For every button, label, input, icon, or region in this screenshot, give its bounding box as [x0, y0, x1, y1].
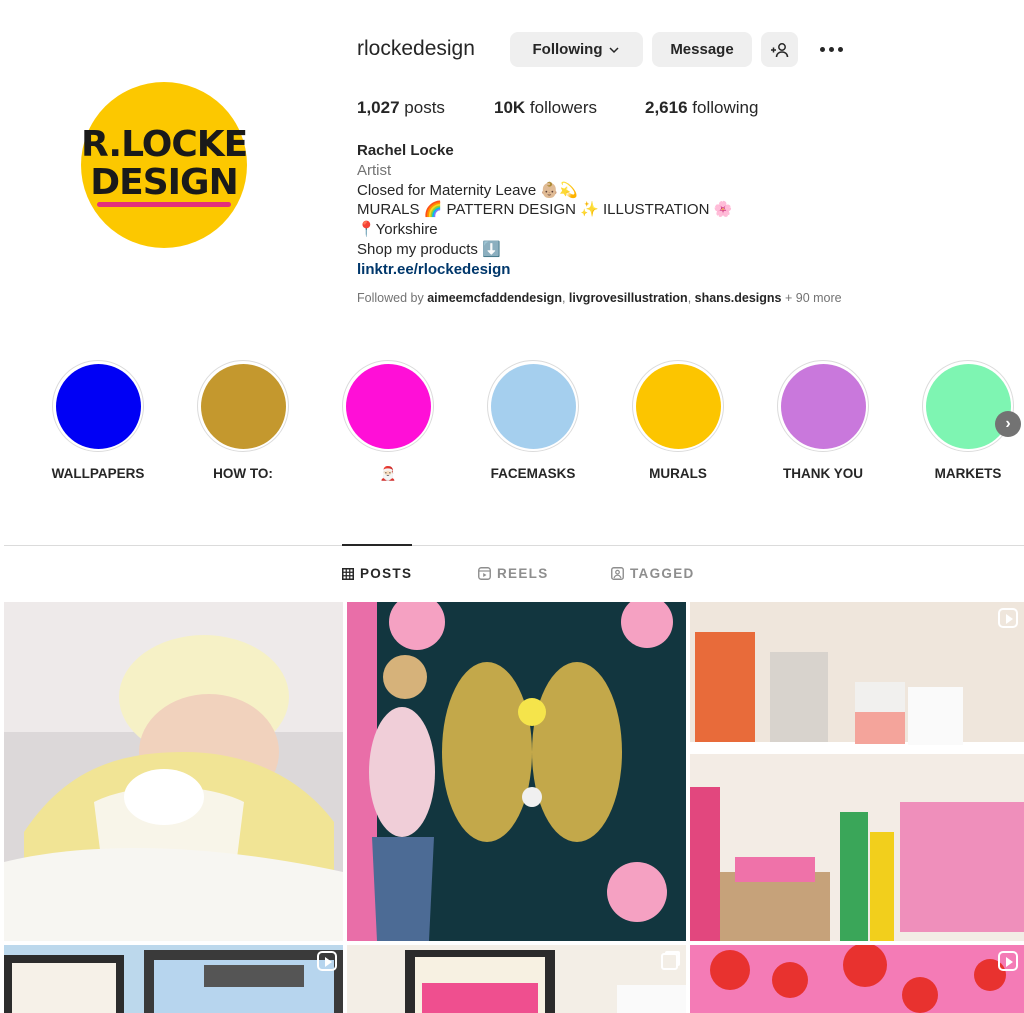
highlight-ring: [342, 360, 434, 452]
tab-posts-label: POSTS: [360, 566, 413, 581]
more-dot: [828, 46, 834, 52]
highlight-label: WALLPAPERS: [51, 466, 145, 481]
followers-count[interactable]: 10K followers: [494, 98, 645, 118]
highlight-label: FACEMASKS: [490, 466, 576, 481]
tab-reels[interactable]: REELS: [478, 566, 549, 581]
suggested-accounts-button[interactable]: [761, 32, 798, 67]
highlight-label: MARKETS: [934, 466, 1002, 481]
reels-icon: [317, 951, 337, 971]
more-options-button[interactable]: [816, 38, 846, 60]
profile-category: Artist: [357, 161, 392, 179]
tab-reels-label: REELS: [497, 566, 549, 581]
highlight-ring: [632, 360, 724, 452]
highlight-wallpapers[interactable]: WALLPAPERS: [28, 360, 168, 482]
highlight-cover: [925, 363, 1011, 449]
chevron-right-icon[interactable]: ›: [995, 411, 1021, 437]
highlight-ring: [922, 360, 1014, 452]
bio-line: Shop my products ⬇️: [357, 240, 501, 258]
post-image: [347, 602, 686, 941]
profile-username: rlockedesign: [357, 37, 475, 60]
followed-by-user: aimeemcfaddendesign: [427, 291, 562, 305]
post-thumbnail[interactable]: [690, 945, 1024, 1013]
tagged-icon: [611, 567, 624, 580]
post-thumbnail[interactable]: [690, 602, 1024, 941]
highlight-ring: [52, 360, 144, 452]
more-horizontal-icon: [819, 46, 825, 52]
message-button[interactable]: Message: [652, 32, 752, 67]
bio-line: 📍Yorkshire: [357, 221, 438, 239]
followed-by-user: livgrovesillustration: [568, 291, 688, 305]
post-thumbnail[interactable]: [347, 945, 686, 1013]
following-button[interactable]: Following: [510, 32, 643, 67]
highlight-cover: [635, 363, 721, 449]
grid-icon: [342, 567, 354, 580]
profile-full-name: Rachel Locke: [357, 142, 454, 159]
followed-by[interactable]: Followed by aimeemcfaddendesign, livgrov…: [357, 291, 842, 305]
posts-count: 1,027 posts: [357, 98, 494, 118]
highlight-cover: [490, 363, 576, 449]
highlight-label: THANK YOU: [782, 466, 863, 481]
highlight-santa[interactable]: 🎅🏻: [318, 360, 458, 482]
highlight-label: 🎅🏻: [379, 466, 397, 481]
following-count-label: following: [692, 98, 759, 117]
reels-icon: [998, 608, 1018, 628]
followed-by-prefix: Followed by: [357, 291, 424, 305]
following-count[interactable]: 2,616 following: [645, 98, 758, 118]
posts-count-label: posts: [404, 98, 445, 117]
tabs-divider: [4, 545, 1024, 546]
followed-by-user: shans.designs: [694, 291, 782, 305]
bio-link[interactable]: linktr.ee/rlockedesign: [357, 260, 732, 280]
active-tab-indicator: [342, 544, 412, 546]
post-image: [4, 945, 343, 1013]
highlight-cover: [780, 363, 866, 449]
highlight-cover: [55, 363, 141, 449]
highlight-murals[interactable]: MURALS: [608, 360, 748, 482]
followers-count-label: followers: [529, 98, 598, 117]
post-thumbnail[interactable]: [4, 602, 343, 941]
highlight-cover: [345, 363, 431, 449]
avatar-logo-text-1: R.LOCKE: [81, 124, 248, 165]
posts-count-value: 1,027: [357, 98, 400, 117]
post-thumbnail[interactable]: [4, 945, 343, 1013]
following-count-value: 2,616: [645, 98, 688, 117]
post-image: [690, 602, 1024, 941]
tab-posts[interactable]: POSTS: [342, 566, 412, 581]
profile-stats: 1,027 posts 10K followers 2,616 followin…: [357, 98, 758, 118]
highlight-thank-you[interactable]: THANK YOU: [753, 360, 893, 482]
chevron-down-icon: [609, 46, 620, 53]
tab-tagged[interactable]: TAGGED: [611, 566, 695, 581]
followers-count-value: 10K: [494, 98, 526, 117]
post-image: [4, 602, 343, 941]
bio-line: MURALS 🌈 PATTERN DESIGN ✨ ILLUSTRATION 🌸: [357, 201, 733, 219]
profile-bio: Rachel Locke Artist Closed for Maternity…: [357, 141, 732, 280]
followed-by-suffix: + 90 more: [784, 291, 842, 305]
avatar-logo-underline: [97, 202, 231, 207]
highlight-label: HOW TO:: [213, 466, 273, 481]
more-dot: [837, 46, 843, 52]
bio-line: Closed for Maternity Leave 👶🏼💫: [357, 181, 578, 199]
highlight-ring: [197, 360, 289, 452]
highlight-facemasks[interactable]: FACEMASKS: [463, 360, 603, 482]
avatar-logo-text-2: DESIGN: [90, 162, 238, 203]
post-image: [690, 945, 1024, 1013]
highlight-ring: [777, 360, 869, 452]
carousel-icon: [661, 953, 678, 970]
highlight-cover: [200, 363, 286, 449]
message-button-label: Message: [670, 41, 734, 58]
highlight-how-to[interactable]: HOW TO:: [173, 360, 313, 482]
post-image: [347, 945, 686, 1013]
add-person-icon: [770, 42, 788, 57]
highlight-label: MURALS: [649, 466, 707, 481]
highlight-ring: [487, 360, 579, 452]
tab-tagged-label: TAGGED: [630, 566, 695, 581]
reels-icon: [478, 567, 491, 580]
profile-avatar[interactable]: R.LOCKE DESIGN: [81, 82, 248, 248]
post-thumbnail[interactable]: [347, 602, 686, 941]
reels-icon: [998, 951, 1018, 971]
following-button-label: Following: [532, 41, 603, 58]
